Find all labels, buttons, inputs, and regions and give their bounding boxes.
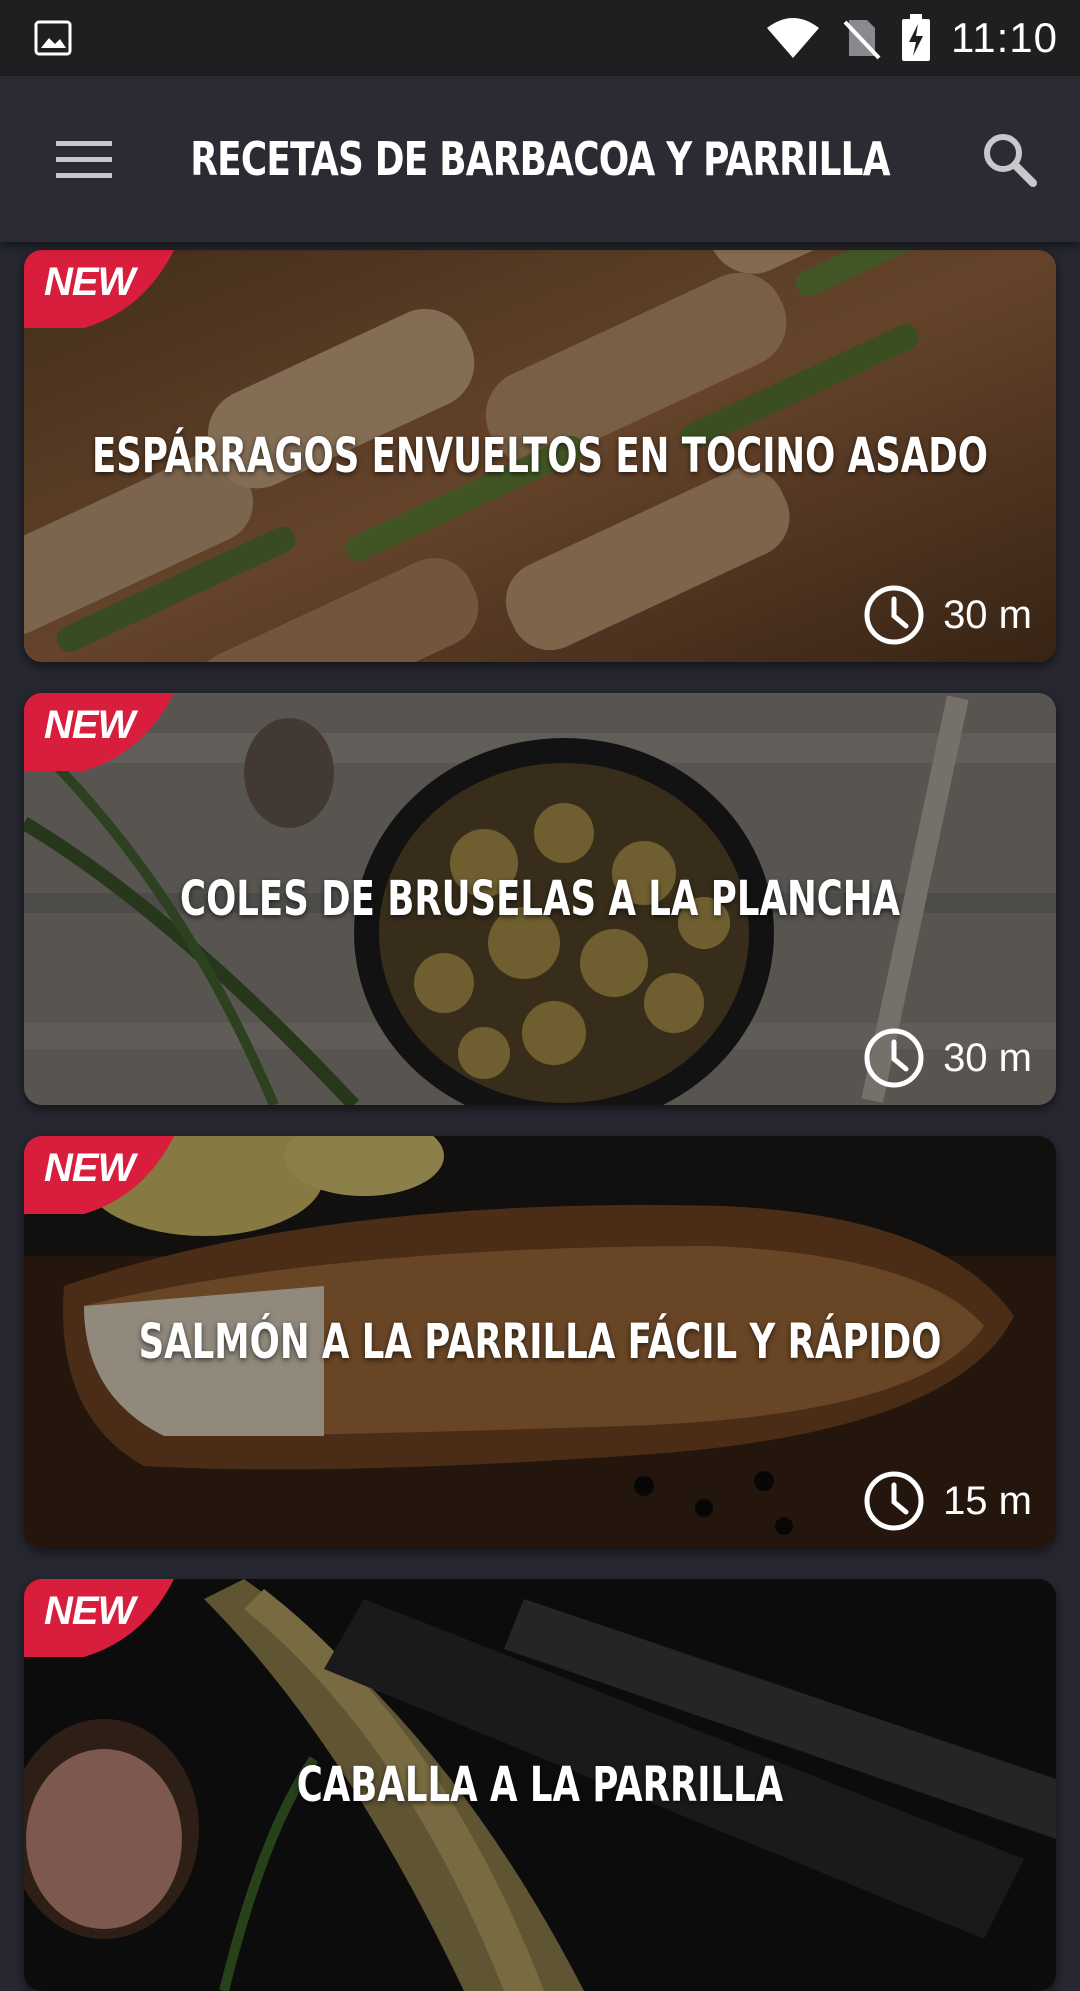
status-bar: 11:10 [0,0,1080,76]
hamburger-menu-icon [56,141,112,178]
recipe-duration: 15 m [863,1470,1032,1532]
new-badge-label: NEW [44,1589,135,1633]
status-time: 11:10 [951,14,1058,61]
app-bar: RECETAS DE BARBACOA Y PARRILLA [0,76,1080,242]
no-sim-icon [843,20,881,60]
new-badge-label: NEW [44,260,135,304]
wifi-icon [767,18,819,58]
gallery-icon [34,20,72,56]
recipe-card[interactable]: NEW ESPÁRRAGOS ENVUELTOS EN TOCINO ASADO… [24,250,1056,662]
search-button[interactable] [976,126,1042,192]
battery-charging-icon [902,14,930,61]
page-title: RECETAS DE BARBACOA Y PARRILLA [190,132,890,186]
duration-label: 15 m [943,1478,1032,1523]
recipe-card[interactable]: NEW SALMÓN A LA PARRILLA FÁCIL Y RÁPIDO … [24,1136,1056,1548]
duration-label: 30 m [943,1035,1032,1080]
recipe-title: ESPÁRRAGOS ENVUELTOS EN TOCINO ASADO [92,428,988,484]
menu-button[interactable] [50,130,118,188]
recipe-card[interactable]: NEW CABALLA A LA PARRILLA [24,1579,1056,1991]
clock-icon [864,585,924,645]
recipe-title: COLES DE BRUSELAS A LA PLANCHA [180,871,900,927]
recipe-duration: 30 m [863,1027,1032,1089]
clock-icon [864,1471,924,1531]
recipe-title: SALMÓN A LA PARRILLA FÁCIL Y RÁPIDO [138,1314,942,1370]
new-badge-label: NEW [44,703,135,747]
clock-icon [864,1028,924,1088]
new-badge-label: NEW [44,1146,135,1190]
recipe-title: CABALLA A LA PARRILLA [296,1757,784,1813]
recipe-card[interactable]: NEW COLES DE BRUSELAS A LA PLANCHA 30 m [24,693,1056,1105]
search-icon [984,134,1037,187]
recipe-duration: 30 m [863,584,1032,646]
duration-label: 30 m [943,592,1032,637]
status-icons: 11:10 [765,0,1058,76]
